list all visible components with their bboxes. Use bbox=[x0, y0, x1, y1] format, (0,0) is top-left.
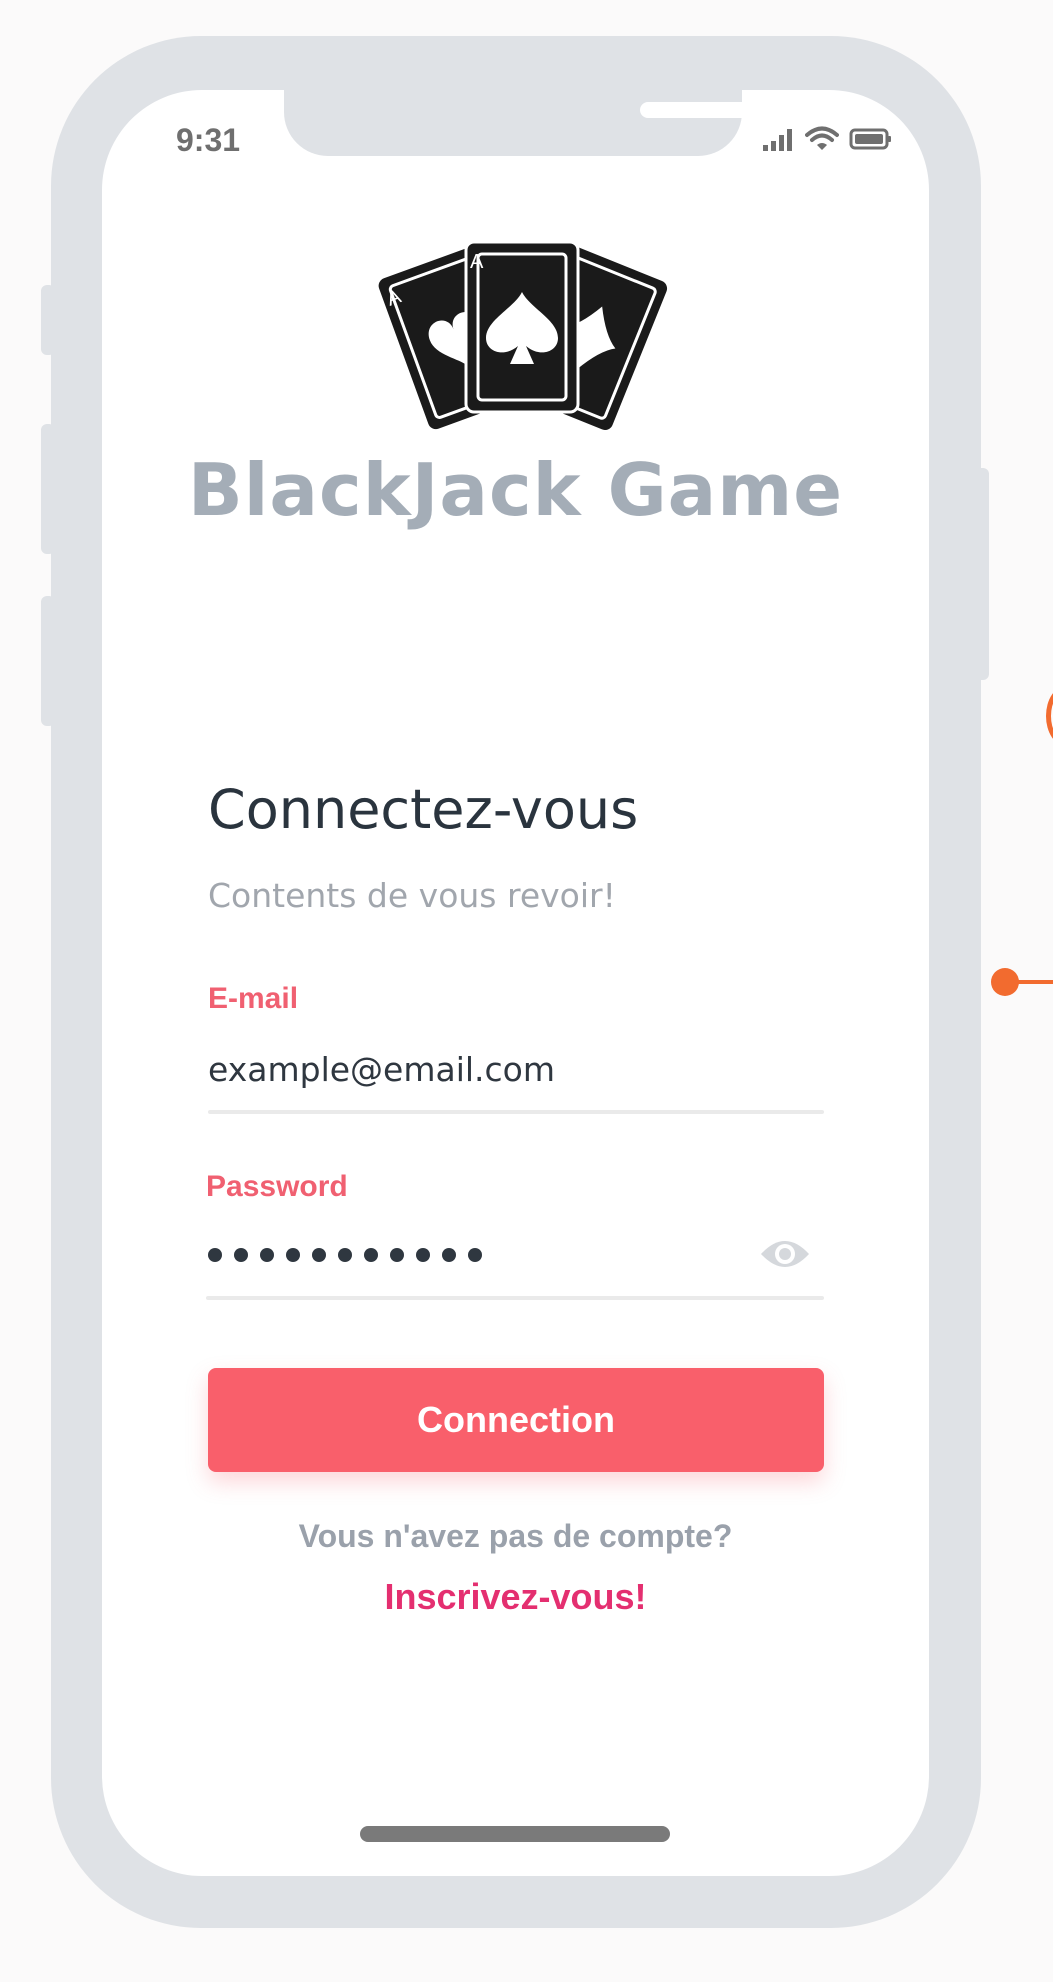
email-label: E-mail bbox=[208, 982, 299, 1015]
password-underline bbox=[206, 1296, 824, 1300]
password-mask-dot bbox=[260, 1248, 274, 1262]
home-indicator bbox=[360, 1826, 670, 1842]
login-heading: Connectez-vous bbox=[208, 778, 639, 841]
password-mask-dot bbox=[234, 1248, 248, 1262]
password-mask-dot bbox=[416, 1248, 430, 1262]
password-mask-dot bbox=[312, 1248, 326, 1262]
password-mask-dot bbox=[286, 1248, 300, 1262]
notch bbox=[284, 90, 830, 156]
password-mask-dot bbox=[338, 1248, 352, 1262]
password-mask-dot bbox=[468, 1248, 482, 1262]
login-subheading: Contents de vous revoir! bbox=[208, 876, 616, 915]
connection-button[interactable]: Connection bbox=[208, 1368, 824, 1472]
svg-text:A: A bbox=[470, 251, 484, 273]
annotation-arc bbox=[1046, 686, 1053, 746]
password-label: Password bbox=[206, 1170, 348, 1203]
password-mask-dot bbox=[442, 1248, 456, 1262]
battery-icon bbox=[849, 128, 891, 150]
email-underline bbox=[208, 1110, 824, 1114]
status-time: 9:31 bbox=[176, 122, 241, 158]
speaker bbox=[640, 102, 778, 118]
eye-icon[interactable] bbox=[758, 1234, 812, 1274]
signup-link[interactable]: Inscrivez-vous! bbox=[102, 1576, 929, 1618]
password-mask-dot bbox=[390, 1248, 404, 1262]
front-camera bbox=[796, 93, 830, 127]
phone-screen: 9:31 A A BlackJack Game Connectez-vous C… bbox=[102, 90, 929, 1876]
wifi-icon bbox=[805, 126, 839, 150]
playing-cards-aces-icon: A A A bbox=[378, 240, 668, 430]
password-mask-dot bbox=[364, 1248, 378, 1262]
password-mask-dot bbox=[208, 1248, 222, 1262]
app-title: BlackJack Game bbox=[187, 448, 844, 532]
no-account-text: Vous n'avez pas de compte? bbox=[298, 1518, 733, 1554]
password-field[interactable] bbox=[208, 1248, 482, 1262]
signal-icon bbox=[763, 129, 792, 151]
email-field[interactable]: example@email.com bbox=[208, 1050, 555, 1089]
status-icons bbox=[761, 126, 893, 152]
annotation-connector-dot bbox=[991, 968, 1019, 996]
